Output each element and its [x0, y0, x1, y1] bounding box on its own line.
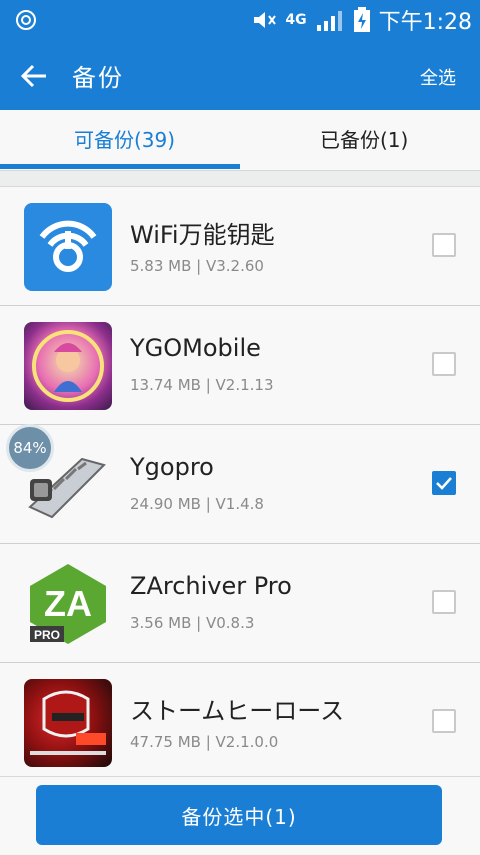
ygomobile-icon [24, 322, 112, 410]
storm-heroes-icon [24, 679, 112, 767]
list-item[interactable]: Ygopro 24.90 MB | V1.4.8 [0, 425, 480, 544]
svg-text:ZA: ZA [44, 583, 92, 624]
select-checkbox[interactable] [432, 590, 456, 614]
svg-text:PRO: PRO [34, 628, 60, 642]
select-checkbox[interactable] [432, 233, 456, 257]
app-meta: 13.74 MB | V2.1.13 [130, 376, 274, 394]
tab-bar: 可备份(39) 已备份(1) [0, 110, 480, 171]
app-meta: 3.56 MB | V0.8.3 [130, 614, 255, 632]
tab-indicator [0, 164, 240, 169]
tab-backed-up[interactable]: 已备份(1) [320, 124, 408, 153]
app-bar: 备份 全选 [0, 40, 480, 110]
list-item[interactable]: ストームヒーロース 47.75 MB | V2.1.0.0 [0, 663, 480, 777]
app-name: YGOMobile [130, 334, 261, 362]
settings-circle-icon [16, 10, 36, 30]
tab-backupable[interactable]: 可备份(39) [74, 124, 175, 153]
wifi-key-icon [24, 203, 112, 291]
progress-badge: 84% [6, 424, 54, 472]
signal-icon [316, 11, 342, 31]
app-name: ストームヒーロース [130, 697, 345, 725]
select-all-button[interactable]: 全选 [420, 64, 456, 90]
app-name: WiFi万能钥匙 [130, 221, 275, 249]
status-bar: 4G 下午1:28 [0, 0, 480, 40]
list-item[interactable]: YGOMobile 13.74 MB | V2.1.13 [0, 306, 480, 425]
app-meta: 24.90 MB | V1.4.8 [130, 495, 264, 513]
status-time: 下午1:28 [378, 10, 472, 35]
back-arrow-icon[interactable] [18, 60, 50, 92]
select-checkbox-checked[interactable] [432, 471, 456, 495]
select-checkbox[interactable] [432, 352, 456, 376]
app-list[interactable]: WiFi万能钥匙 5.83 MB | V3.2.60 YGOMobile 13.… [0, 186, 480, 777]
page-title: 备份 [72, 64, 124, 92]
app-name: Ygopro [130, 453, 214, 481]
list-item[interactable]: WiFi万能钥匙 5.83 MB | V3.2.60 [0, 187, 480, 306]
checkmark-icon [436, 477, 452, 490]
app-meta: 5.83 MB | V3.2.60 [130, 257, 264, 275]
mute-icon [254, 12, 277, 28]
network-type: 4G [285, 12, 307, 28]
footer: 备份选中(1) [0, 776, 480, 855]
backup-selected-button[interactable]: 备份选中(1) [36, 785, 442, 845]
battery-charging-icon [353, 7, 370, 32]
select-checkbox[interactable] [432, 709, 456, 733]
zarchiver-icon: ZA PRO [24, 560, 112, 648]
list-item[interactable]: ZA PRO ZArchiver Pro 3.56 MB | V0.8.3 [0, 544, 480, 663]
app-name: ZArchiver Pro [130, 572, 292, 600]
app-meta: 47.75 MB | V2.1.0.0 [130, 733, 279, 751]
